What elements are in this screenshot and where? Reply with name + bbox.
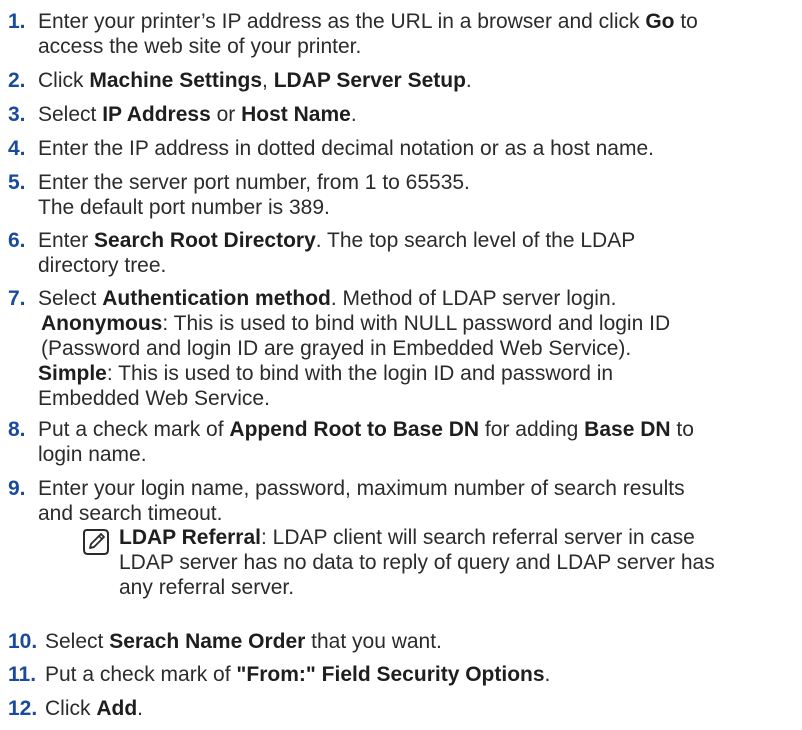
step-text: Enter the server port number, from 1 to … bbox=[38, 171, 470, 194]
anonymous-text: : This is used to bind with NULL passwor… bbox=[162, 312, 671, 335]
step-text: , bbox=[262, 69, 274, 92]
step-bold-term: Host Name bbox=[241, 103, 351, 126]
step-text: . bbox=[137, 697, 144, 720]
step-bold-term: LDAP Server Setup bbox=[273, 69, 466, 92]
step-number: 8. bbox=[8, 418, 26, 441]
step-number: 4. bbox=[8, 137, 26, 160]
step-number: 9. bbox=[8, 477, 26, 500]
step-bold-term: IP Address bbox=[102, 103, 211, 126]
simple-text: : This is used to bind with the login ID… bbox=[106, 362, 614, 385]
simple-text-line2: Embedded Web Service. bbox=[38, 387, 270, 410]
step-bold-term: Go bbox=[645, 10, 675, 33]
step-text: Click bbox=[38, 69, 90, 92]
step-number: 11. bbox=[8, 663, 37, 686]
step-text: or bbox=[210, 103, 242, 126]
step-text: for adding bbox=[479, 418, 585, 441]
note-label: LDAP Referral bbox=[119, 526, 261, 549]
step-text: . bbox=[350, 103, 357, 126]
step-text: to bbox=[670, 418, 694, 441]
step-number: 6. bbox=[8, 229, 26, 252]
step-text: Enter the IP address in dotted decimal n… bbox=[38, 137, 654, 160]
step-bold-term: Append Root to Base DN bbox=[229, 418, 480, 441]
step-text: to bbox=[674, 10, 698, 33]
step-number: 12. bbox=[8, 697, 38, 720]
note-text-line3: any referral server. bbox=[119, 576, 295, 599]
step-text: . bbox=[465, 69, 472, 92]
step-text: Enter bbox=[38, 229, 95, 252]
step-text: Select bbox=[38, 103, 103, 126]
anonymous-text-line2: (Password and login ID are grayed in Emb… bbox=[41, 337, 632, 360]
step-text: that you want. bbox=[305, 630, 442, 653]
step-number: 5. bbox=[8, 171, 26, 194]
step-bold-term: "From:" Field Security Options bbox=[236, 663, 545, 686]
step-text-line2: access the web site of your printer. bbox=[38, 35, 362, 58]
step-bold-term: Base DN bbox=[584, 418, 671, 441]
step-text: Click bbox=[45, 697, 97, 720]
step-text: . bbox=[544, 663, 551, 686]
step-text: . The top search level of the LDAP bbox=[315, 229, 636, 252]
step-bold-term: Authentication method bbox=[102, 287, 331, 310]
step-number: 2. bbox=[8, 69, 26, 92]
step-text: Select bbox=[45, 630, 110, 653]
step-bold-term: Serach Name Order bbox=[109, 630, 306, 653]
anonymous-label: Anonymous bbox=[41, 312, 163, 335]
step-number: 10. bbox=[8, 630, 38, 653]
step-bold-term: Add bbox=[96, 697, 138, 720]
step-text-line2: directory tree. bbox=[38, 254, 167, 277]
step-bold-term: Machine Settings bbox=[89, 69, 263, 92]
step-text-line2: The default port number is 389. bbox=[38, 196, 330, 219]
step-text: Put a check mark of bbox=[38, 418, 230, 441]
step-text-line2: and search timeout. bbox=[38, 502, 223, 525]
simple-label: Simple bbox=[38, 362, 107, 385]
step-text-line2: login name. bbox=[38, 443, 147, 466]
note-pencil-icon bbox=[83, 529, 109, 555]
step-text: . Method of LDAP server login. bbox=[330, 287, 617, 310]
note-text-line2: LDAP server has no data to reply of quer… bbox=[119, 551, 715, 574]
step-number: 3. bbox=[8, 103, 26, 126]
step-text: Enter your printer’s IP address as the U… bbox=[38, 10, 646, 33]
step-number: 7. bbox=[8, 287, 26, 310]
step-text: Put a check mark of bbox=[45, 663, 237, 686]
step-text: Enter your login name, password, maximum… bbox=[38, 477, 685, 500]
step-number: 1. bbox=[8, 10, 26, 33]
step-bold-term: Search Root Directory bbox=[94, 229, 316, 252]
step-text: Select bbox=[38, 287, 103, 310]
note-text: : LDAP client will search referral serve… bbox=[261, 526, 695, 549]
